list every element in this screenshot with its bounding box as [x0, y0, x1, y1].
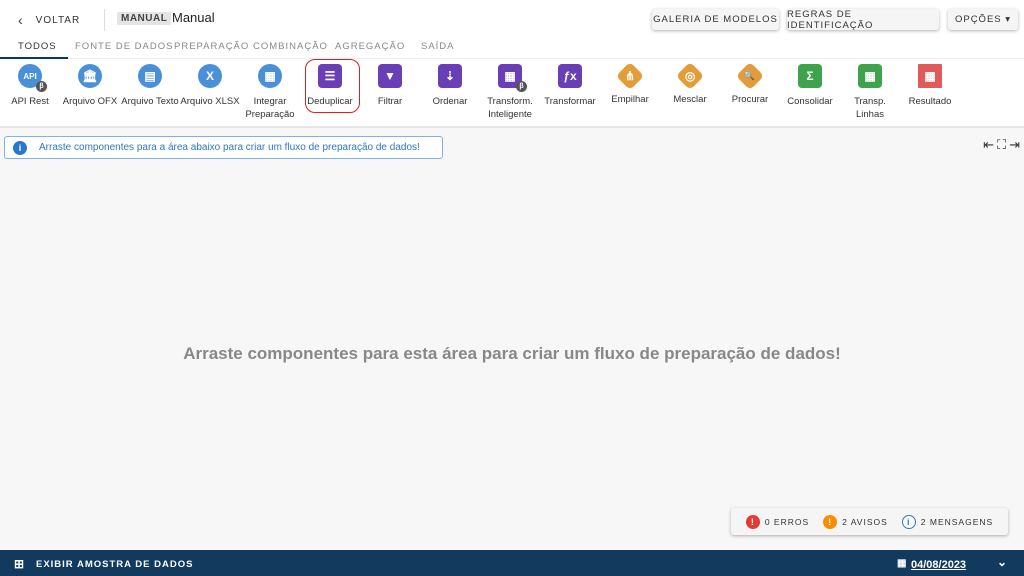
chevron-down-icon[interactable]: ⌄	[997, 555, 1008, 569]
component-label: Arquivo OFX	[62, 96, 118, 107]
fit-screen-icon[interactable]: ⛶	[997, 137, 1006, 153]
component-label: Procurar	[731, 94, 769, 105]
component-label: Resultado	[908, 96, 952, 107]
bank-icon: 🏛	[78, 64, 102, 88]
beta-badge: β	[516, 81, 527, 92]
table-icon: ⊞	[14, 557, 26, 571]
component-label: Filtrar	[377, 96, 403, 107]
warnings-label: 2 AVISOS	[842, 516, 888, 527]
info-icon: i	[901, 514, 916, 529]
expand-right-icon[interactable]: ⇥	[1009, 137, 1020, 153]
component-label: Empilhar	[611, 94, 649, 105]
component-label: Deduplicar	[307, 96, 353, 107]
calendar-icon: ▦	[897, 558, 908, 569]
component-label: Arquivo Texto	[121, 96, 179, 107]
component-label: Mesclar	[673, 94, 707, 105]
component-label: Transformar	[544, 96, 596, 107]
show-sample-label: EXIBIR AMOSTRA DE DADOS	[36, 559, 194, 570]
component-label: API Rest	[11, 96, 49, 107]
warnings-status[interactable]: ! 2 AVISOS	[823, 514, 888, 529]
sort-icon: ⇣	[438, 64, 462, 88]
transpose-icon: ▦	[858, 64, 882, 88]
sigma-icon: Σ	[798, 64, 822, 88]
tab-combinacao[interactable]: COMBINAÇÃO	[253, 41, 328, 52]
component-procurar[interactable]: 🔍 Procurar	[720, 61, 780, 106]
component-label: Integrar Preparação	[245, 96, 295, 120]
data-sample-bar[interactable]: ⊞ EXIBIR AMOSTRA DE DADOS ▦ 04/08/2023 ⌄	[0, 550, 1024, 576]
component-resultado[interactable]: ▦ Resultado	[900, 64, 960, 108]
top-bar: ‹ VOLTAR MANUAL Manual GALERIA DE MODELOS…	[0, 0, 1024, 128]
identification-rules-button[interactable]: REGRAS DE IDENTIFICAÇÃO	[787, 9, 939, 31]
grid-icon: ▦	[258, 64, 282, 88]
errors-label: 0 ERROS	[764, 516, 810, 527]
tab-saida[interactable]: SAÍDA	[421, 41, 455, 52]
page-title: Manual	[172, 10, 215, 25]
info-icon: i	[13, 140, 27, 155]
errors-status[interactable]: ! 0 ERROS	[745, 514, 810, 529]
tab-fonte-de-dados[interactable]: FONTE DE DADOS	[75, 41, 173, 52]
component-label: Consolidar	[787, 96, 833, 107]
component-label: Transform. Inteligente	[487, 96, 533, 120]
messages-status[interactable]: i 2 MENSAGENS	[901, 514, 994, 529]
merge-icon: ⋔	[615, 61, 645, 91]
filter-icon: ▼	[378, 64, 402, 88]
component-transform-inteligente[interactable]: ▦ β Transform. Inteligente	[480, 64, 540, 121]
component-mesclar[interactable]: ◎ Mesclar	[660, 61, 720, 106]
table-icon: ▦	[918, 64, 942, 88]
beta-badge: β	[36, 81, 47, 92]
component-arquivo-ofx[interactable]: 🏛 Arquivo OFX	[60, 64, 120, 108]
smart-transform-icon: ▦ β	[498, 64, 527, 92]
back-label: VOLTAR	[35, 14, 81, 26]
join-icon: ◎	[675, 61, 705, 91]
component-ordenar[interactable]: ⇣ Ordenar	[420, 64, 480, 108]
component-label: Transp. Linhas	[854, 96, 886, 120]
gallery-button[interactable]: GALERIA DE MODELOS	[652, 9, 779, 30]
lookup-icon: 🔍	[735, 61, 765, 91]
status-panel[interactable]: ! 0 ERROS ! 2 AVISOS i 2 MENSAGENS	[731, 508, 1008, 535]
file-text-icon: ▤	[138, 64, 162, 88]
info-banner: i Arraste componentes para a área abaixo …	[4, 136, 443, 159]
component-arquivo-xlsx[interactable]: X Arquivo XLSX	[180, 64, 240, 108]
back-button[interactable]: ‹ VOLTAR	[18, 12, 80, 28]
canvas-controls: ⇤ ⛶ ⇥	[983, 137, 1020, 153]
chevron-left-icon: ‹	[18, 12, 24, 28]
date-link[interactable]: 04/08/2023	[911, 559, 966, 571]
component-empilhar[interactable]: ⋔ Empilhar	[600, 61, 660, 106]
file-excel-icon: X	[198, 64, 222, 88]
divider	[104, 9, 105, 31]
component-label: Ordenar	[432, 96, 468, 107]
tab-preparacao[interactable]: PREPARAÇÃO	[174, 41, 249, 52]
component-label: Arquivo XLSX	[180, 96, 240, 107]
api-icon: API β	[18, 64, 47, 92]
mode-badge: MANUAL	[117, 12, 172, 25]
component-transformar[interactable]: ƒx Transformar	[540, 64, 600, 108]
component-integrar-preparacao[interactable]: ▦ Integrar Preparação	[240, 64, 300, 121]
component-arquivo-texto[interactable]: ▤ Arquivo Texto	[120, 64, 180, 108]
component-api-rest[interactable]: API β API Rest	[0, 64, 60, 108]
warning-icon: !	[823, 514, 838, 529]
messages-label: 2 MENSAGENS	[920, 516, 994, 527]
tab-todos[interactable]: TODOS	[18, 41, 57, 52]
function-icon: ƒx	[558, 64, 582, 88]
collapse-left-icon[interactable]: ⇤	[983, 137, 994, 153]
active-tab-indicator	[0, 57, 68, 59]
category-tabs: TODOS FONTE DE DADOS PREPARAÇÃO COMBINAÇ…	[0, 38, 1024, 59]
error-icon: !	[745, 514, 760, 529]
info-text: Arraste componentes para a área abaixo p…	[39, 142, 420, 153]
component-consolidar[interactable]: Σ Consolidar	[780, 64, 840, 108]
component-filtrar[interactable]: ▼ Filtrar	[360, 64, 420, 108]
component-transp-linhas[interactable]: ▦ Transp. Linhas	[840, 64, 900, 121]
options-button[interactable]: OPÇÕES ▾	[948, 9, 1018, 30]
tab-agregacao[interactable]: AGREGAÇÃO	[335, 41, 405, 52]
list-icon: ☰	[318, 64, 342, 88]
canvas-empty-message: Arraste componentes para esta área para …	[183, 344, 841, 363]
component-deduplicar[interactable]: ☰ Deduplicar	[300, 64, 360, 108]
